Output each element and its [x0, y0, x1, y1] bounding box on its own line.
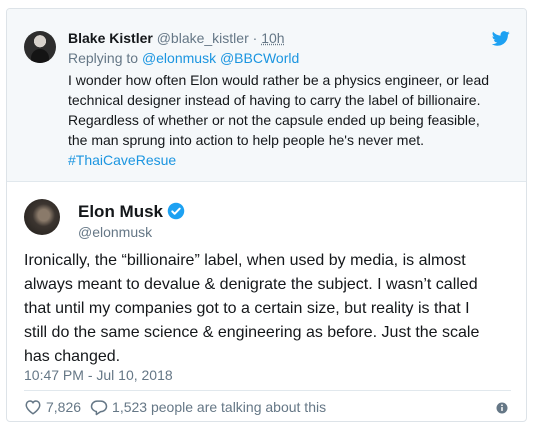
hashtag-link[interactable]: #ThaiCaveResue — [68, 150, 518, 170]
replying-to-label: Replying to — [68, 50, 139, 66]
twitter-bird-icon[interactable] — [492, 31, 510, 46]
like-count: 7,826 — [46, 399, 82, 415]
embedded-tweet-card: Blake Kistler @blake_kistler · 10h Reply… — [6, 8, 527, 422]
main-tweet-text: Ironically, the “billionaire” label, whe… — [24, 249, 520, 369]
avatar[interactable] — [24, 199, 60, 235]
info-icon[interactable] — [496, 402, 508, 414]
mention-link-bbcworld[interactable]: @BBCWorld — [220, 50, 299, 66]
main-text-line: that until my companies got to a certain… — [24, 300, 470, 317]
main-display-name[interactable]: Elon Musk — [78, 202, 163, 221]
main-text-line: always meant to devalue & denigrate the … — [24, 276, 478, 293]
separator-dot: · — [252, 30, 258, 46]
reply-text-line: I wonder how often Elon would rather be … — [68, 72, 490, 88]
mention-link-elonmusk[interactable]: @elonmusk — [142, 50, 216, 66]
tweet-actions: 7,826 1,523 people are talking about thi… — [24, 397, 335, 417]
like-button[interactable]: 7,826 — [24, 397, 81, 417]
reply-time[interactable]: 10h — [261, 30, 284, 46]
reply-author-line: Blake Kistler @blake_kistler · 10h — [68, 29, 285, 48]
reply-tweet-text: I wonder how often Elon would rather be … — [68, 70, 518, 170]
conversation-text: 1,523 people are talking about this — [112, 399, 327, 415]
tweet-timestamp[interactable]: 10:47 PM - Jul 10, 2018 — [24, 366, 173, 384]
reply-display-name[interactable]: Blake Kistler — [68, 30, 153, 46]
avatar[interactable] — [24, 31, 56, 63]
replying-to-line: Replying to @elonmusk @BBCWorld — [68, 49, 299, 68]
parent-reply-tweet[interactable]: Blake Kistler @blake_kistler · 10h Reply… — [7, 9, 526, 182]
conversation-button[interactable]: 1,523 people are talking about this — [90, 397, 326, 417]
verified-badge-icon — [167, 202, 185, 220]
reply-handle[interactable]: @blake_kistler — [157, 30, 249, 46]
speech-bubble-icon — [90, 399, 108, 415]
main-text-line: still do the same science & engineering … — [24, 324, 480, 341]
reply-text-line: Regardless of whether or not the capsule… — [68, 112, 480, 128]
divider — [24, 390, 511, 391]
reply-text-line: the man sprung into action to help peopl… — [68, 132, 425, 148]
main-author-name-line: Elon Musk — [78, 202, 185, 222]
main-handle[interactable]: @elonmusk — [78, 223, 152, 241]
main-text-line: Ironically, the “billionaire” label, whe… — [24, 252, 466, 269]
heart-icon — [25, 400, 41, 415]
reply-text-line: technical designer instead of having to … — [68, 92, 481, 108]
